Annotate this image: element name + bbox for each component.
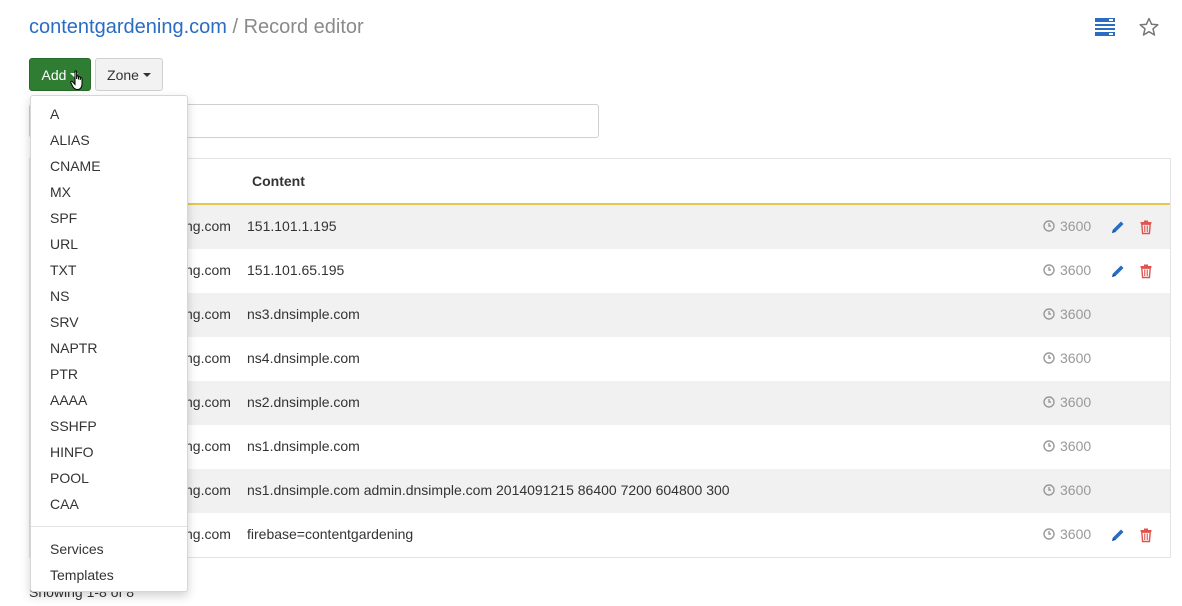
table-header: Content — [30, 159, 1170, 205]
record-content: 151.101.65.195 — [247, 262, 345, 278]
clock-icon — [1043, 528, 1055, 540]
record-ttl: 3600 — [1043, 218, 1091, 234]
content-column-header: Content — [252, 173, 305, 189]
dropdown-item[interactable]: SPF — [50, 210, 77, 226]
record-content: ns1.dnsimple.com — [247, 438, 360, 454]
record-ttl: 3600 — [1043, 350, 1091, 366]
record-content: ns4.dnsimple.com — [247, 350, 360, 366]
clock-icon — [1043, 484, 1055, 496]
table-row: ng.com 151.101.65.195 3600 — [30, 249, 1170, 293]
ttl-value: 3600 — [1060, 262, 1092, 278]
record-name: ng.com — [185, 262, 231, 278]
record-content: 151.101.1.195 — [247, 218, 337, 234]
page-title: Record editor — [243, 16, 364, 38]
record-ttl: 3600 — [1043, 526, 1091, 542]
table-row: ng.com ns2.dnsimple.com 3600 — [30, 381, 1170, 425]
record-ttl: 3600 — [1043, 306, 1091, 322]
ttl-value: 3600 — [1060, 438, 1092, 454]
dropdown-item[interactable]: A — [50, 106, 59, 122]
record-content: ns2.dnsimple.com — [247, 394, 360, 410]
records-table: Content ng.com 151.101.1.195 3600 ng.com… — [29, 158, 1171, 558]
clock-icon — [1043, 220, 1055, 232]
table-row: ng.com ns1.dnsimple.com 3600 — [30, 425, 1170, 469]
record-name: ng.com — [185, 482, 231, 498]
trash-icon[interactable] — [1138, 527, 1154, 543]
trash-icon[interactable] — [1138, 219, 1154, 235]
record-content: firebase=contentgardening — [247, 526, 414, 542]
dropdown-item[interactable]: AAAA — [50, 392, 87, 408]
dropdown-item[interactable]: CAA — [50, 496, 79, 512]
table-row: ng.com firebase=contentgardening 3600 — [30, 513, 1170, 557]
record-ttl: 3600 — [1043, 394, 1091, 410]
star-icon[interactable] — [1138, 16, 1160, 38]
hand-cursor-icon — [70, 70, 83, 91]
breadcrumb-separator: / — [232, 16, 239, 38]
add-dropdown-menu: A ALIAS CNAME MX SPF URL TXT NS SRV NAPTR PTR AAAA S… — [30, 95, 188, 592]
ttl-value: 3600 — [1060, 482, 1092, 498]
chevron-down-icon — [142, 72, 151, 77]
record-ttl: 3600 — [1043, 438, 1091, 454]
ttl-value: 3600 — [1060, 350, 1092, 366]
record-name: ng.com — [185, 350, 231, 366]
table-row: ng.com ns3.dnsimple.com 3600 — [30, 293, 1170, 337]
record-name: ng.com — [185, 394, 231, 410]
top-icons — [1094, 16, 1160, 38]
clock-icon — [1043, 440, 1055, 452]
dropdown-item[interactable]: SRV — [50, 314, 79, 330]
table-row: ng.com ns1.dnsimple.com admin.dnsimple.c… — [30, 469, 1170, 513]
record-ttl: 3600 — [1043, 262, 1091, 278]
add-button-label: Add — [41, 66, 67, 83]
record-ttl: 3600 — [1043, 482, 1091, 498]
clock-icon — [1043, 264, 1055, 276]
table-body: ng.com 151.101.1.195 3600 ng.com 151.101… — [30, 205, 1170, 557]
layout-icon[interactable] — [1094, 16, 1116, 38]
pencil-icon[interactable] — [1110, 219, 1126, 235]
record-content: ns1.dnsimple.com admin.dnsimple.com 2014… — [247, 482, 730, 498]
table-row: ng.com ns4.dnsimple.com 3600 — [30, 337, 1170, 381]
zone-button-label: Zone — [107, 66, 139, 83]
dropdown-item[interactable]: NAPTR — [50, 340, 97, 356]
dropdown-item-templates[interactable]: Templates — [50, 567, 114, 583]
trash-icon[interactable] — [1138, 263, 1154, 279]
ttl-value: 3600 — [1060, 394, 1092, 410]
dropdown-item[interactable]: SSHFP — [50, 418, 97, 434]
record-content: ns3.dnsimple.com — [247, 306, 360, 322]
dropdown-item[interactable]: TXT — [50, 262, 76, 278]
dropdown-item[interactable]: POOL — [50, 470, 89, 486]
clock-icon — [1043, 396, 1055, 408]
record-name: ng.com — [185, 526, 231, 542]
pencil-icon[interactable] — [1110, 527, 1126, 543]
zone-button[interactable]: Zone — [95, 58, 163, 91]
dropdown-item[interactable]: ALIAS — [50, 132, 90, 148]
ttl-value: 3600 — [1060, 306, 1092, 322]
breadcrumb: contentgardening.com / Record editor — [29, 14, 364, 40]
ttl-value: 3600 — [1060, 526, 1092, 542]
pencil-icon[interactable] — [1110, 263, 1126, 279]
record-name: ng.com — [185, 438, 231, 454]
dropdown-item-services[interactable]: Services — [50, 541, 104, 557]
dropdown-divider — [31, 526, 187, 527]
dropdown-item[interactable]: MX — [50, 184, 71, 200]
domain-link[interactable]: contentgardening.com — [29, 16, 227, 38]
dropdown-item[interactable]: URL — [50, 236, 78, 252]
dropdown-item[interactable]: CNAME — [50, 158, 101, 174]
dropdown-item[interactable]: NS — [50, 288, 69, 304]
table-row: ng.com 151.101.1.195 3600 — [30, 205, 1170, 249]
clock-icon — [1043, 352, 1055, 364]
clock-icon — [1043, 308, 1055, 320]
ttl-value: 3600 — [1060, 218, 1092, 234]
record-name: ng.com — [185, 306, 231, 322]
dropdown-item[interactable]: HINFO — [50, 444, 94, 460]
record-name: ng.com — [185, 218, 231, 234]
dropdown-item[interactable]: PTR — [50, 366, 78, 382]
